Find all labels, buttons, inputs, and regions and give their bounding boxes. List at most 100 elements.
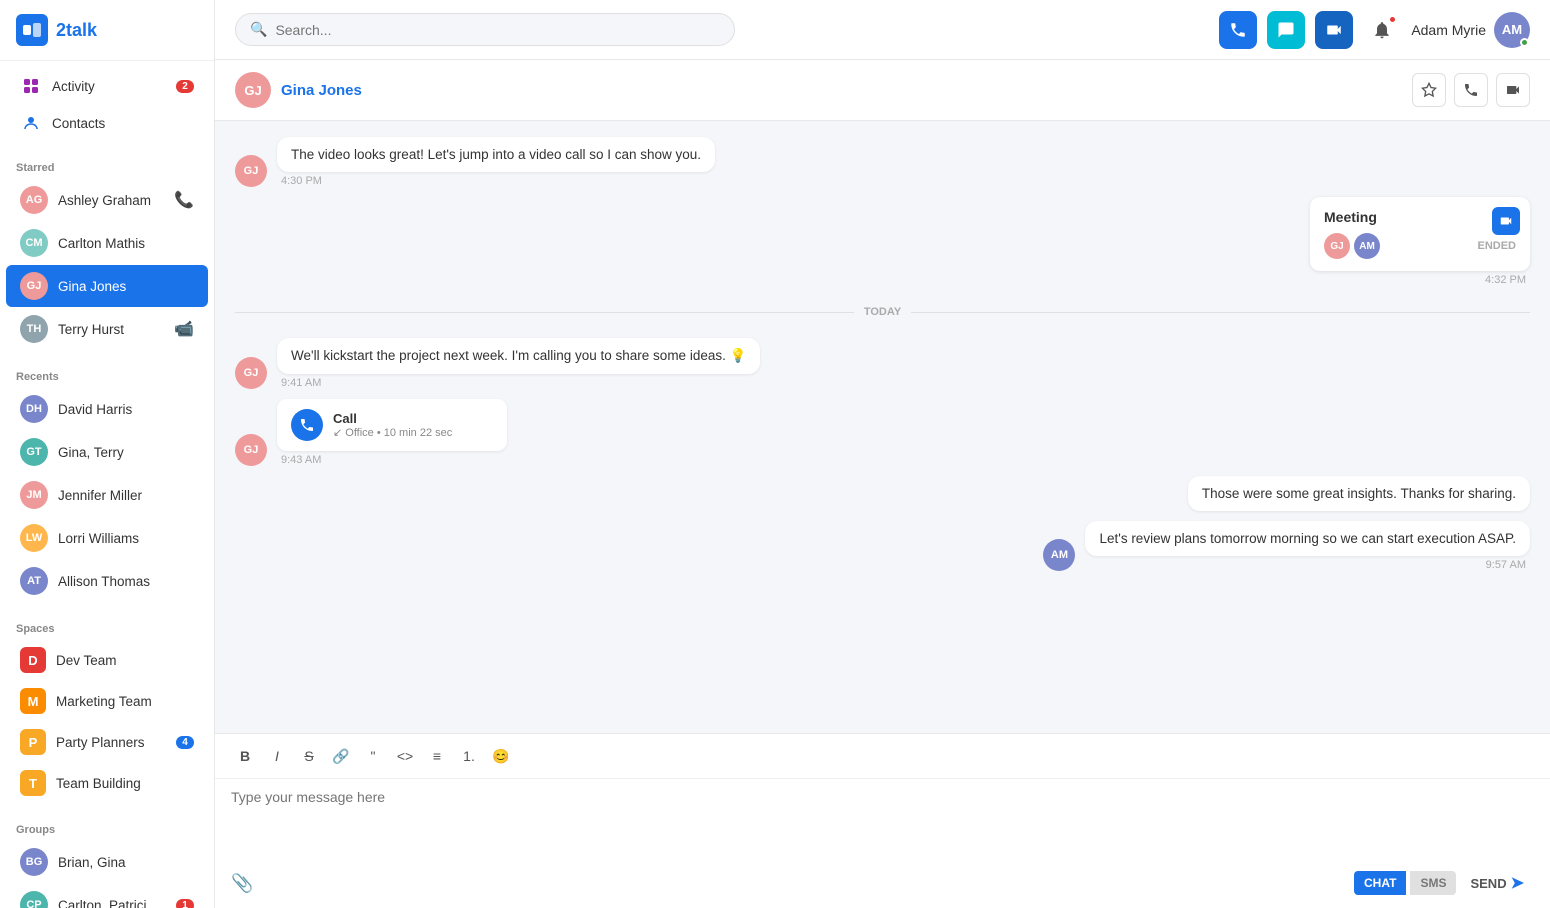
send-actions: CHAT SMS SEND ➤ (1354, 868, 1534, 898)
sidebar-item-marketing-team[interactable]: M Marketing Team (6, 681, 208, 721)
sidebar-item-ashley-graham[interactable]: AG Ashley Graham 📞 (6, 179, 208, 221)
code-button[interactable]: <> (391, 742, 419, 770)
meeting-status: ENDED (1477, 240, 1516, 252)
starred-section: Starred AG Ashley Graham 📞 CM Carlton Ma… (0, 148, 214, 357)
sidebar-item-carlton-mathis[interactable]: CM Carlton Mathis (6, 222, 208, 264)
avatar: GJ (235, 155, 267, 187)
david-label: David Harris (58, 402, 194, 417)
strikethrough-button[interactable]: S (295, 742, 323, 770)
terry-label: Terry Hurst (58, 322, 164, 337)
attach-button[interactable]: 📎 (231, 873, 253, 894)
marketing-label: Marketing Team (56, 694, 194, 709)
sidebar: 2talk Activity 2 Contacts (0, 0, 215, 908)
notification-button[interactable] (1363, 11, 1401, 49)
sidebar-item-carlton-patrici[interactable]: CP Carlton, Patrici... 1 (6, 884, 208, 908)
call-time: 9:43 AM (277, 454, 507, 466)
sidebar-item-gina-terry[interactable]: GT Gina, Terry (6, 431, 208, 473)
dev-team-label: Dev Team (56, 653, 194, 668)
message-input-area: B I S 🔗 " <> ≡ 1. 😊 📎 CHAT SMS SEND (215, 733, 1550, 908)
send-button[interactable]: SEND ➤ (1460, 868, 1534, 898)
emoji-button[interactable]: 😊 (487, 742, 515, 770)
party-icon: P (20, 729, 46, 755)
call-info: Call ↙ Office • 10 min 22 sec (333, 411, 452, 439)
user-status-dot (1520, 38, 1529, 47)
ordered-list-button[interactable]: 1. (455, 742, 483, 770)
call-message-row: GJ Call ↙ Office • 10 min 22 sec (235, 399, 1530, 466)
sidebar-item-dev-team[interactable]: D Dev Team (6, 640, 208, 680)
sidebar-item-team-building[interactable]: T Team Building (6, 763, 208, 803)
sidebar-item-allison-thomas[interactable]: AT Allison Thomas (6, 560, 208, 602)
search-box[interactable]: 🔍 (235, 13, 735, 46)
user-profile[interactable]: Adam Myrie AM (1411, 12, 1530, 48)
search-icon: 🔍 (250, 21, 267, 38)
video-call-button[interactable] (1315, 11, 1353, 49)
groups-label: Groups (0, 816, 214, 840)
gina-label: Gina Jones (58, 279, 194, 294)
recents-label: Recents (0, 363, 214, 387)
allison-label: Allison Thomas (58, 574, 194, 589)
party-label: Party Planners (56, 735, 166, 750)
contacts-label: Contacts (52, 116, 194, 131)
message-text-out-1: Those were some great insights. Thanks f… (1202, 486, 1516, 501)
italic-button[interactable]: I (263, 742, 291, 770)
message-textarea[interactable] (231, 789, 1534, 849)
recents-section: Recents DH David Harris GT Gina, Terry J… (0, 357, 214, 609)
main-area: 🔍 (215, 0, 1550, 908)
message-row-today-1: GJ We'll kickstart the project next week… (235, 338, 1530, 389)
star-chat-button[interactable] (1412, 73, 1446, 107)
message-text: The video looks great! Let's jump into a… (291, 147, 701, 162)
message-content: The video looks great! Let's jump into a… (277, 137, 715, 187)
message-button[interactable] (1267, 11, 1305, 49)
sidebar-item-jennifer-miller[interactable]: JM Jennifer Miller (6, 474, 208, 516)
avatar-lorri: LW (20, 524, 48, 552)
blockquote-button[interactable]: " (359, 742, 387, 770)
call-detail: ↙ Office • 10 min 22 sec (333, 426, 452, 439)
grid-icon (20, 75, 42, 97)
formatting-toolbar: B I S 🔗 " <> ≡ 1. 😊 (215, 734, 1550, 779)
logo-icon (16, 14, 48, 46)
team-building-icon: T (20, 770, 46, 796)
search-area: 🔍 (235, 13, 735, 46)
message-bubble-today-1: We'll kickstart the project next week. I… (277, 338, 760, 374)
sidebar-item-brian-gina[interactable]: BG Brian, Gina (6, 841, 208, 883)
avatar-terry: TH (20, 315, 48, 343)
activity-badge: 2 (176, 80, 194, 93)
sms-tab-button[interactable]: SMS (1410, 871, 1456, 895)
carlton-patrici-badge: 1 (176, 899, 194, 908)
carlton-label: Carlton Mathis (58, 236, 194, 251)
message-row: GJ The video looks great! Let's jump int… (235, 137, 1530, 187)
meeting-card: Meeting GJ AM ENDED (1310, 197, 1530, 271)
chat-header-actions (1412, 73, 1530, 107)
avatar-carlton: CM (20, 229, 48, 257)
chat-contact-avatar: GJ (235, 72, 271, 108)
sidebar-item-terry-hurst[interactable]: TH Terry Hurst 📹 (6, 308, 208, 350)
activity-label: Activity (52, 79, 166, 94)
sidebar-item-lorri-williams[interactable]: LW Lorri Williams (6, 517, 208, 559)
chat-tab-button[interactable]: CHAT (1354, 871, 1406, 895)
phone-chat-button[interactable] (1454, 73, 1488, 107)
message-text-today-1: We'll kickstart the project next week. I… (291, 348, 746, 363)
video-chat-button[interactable] (1496, 73, 1530, 107)
message-content-out-2: Let's review plans tomorrow morning so w… (1085, 521, 1530, 571)
link-button[interactable]: 🔗 (327, 742, 355, 770)
search-input[interactable] (275, 22, 720, 38)
avatar-carlton-patrici: CP (20, 891, 48, 908)
person-icon (20, 112, 42, 134)
sidebar-item-gina-jones[interactable]: GJ Gina Jones (6, 265, 208, 307)
bold-button[interactable]: B (231, 742, 259, 770)
sidebar-item-activity[interactable]: Activity 2 (6, 68, 208, 104)
team-building-label: Team Building (56, 776, 194, 791)
bullet-list-button[interactable]: ≡ (423, 742, 451, 770)
phone-call-button[interactable] (1219, 11, 1257, 49)
sidebar-item-contacts[interactable]: Contacts (6, 105, 208, 141)
party-badge: 4 (176, 736, 194, 749)
message-bubble-out-1: Those were some great insights. Thanks f… (1188, 476, 1530, 511)
message-time: 4:30 PM (277, 175, 715, 187)
logo-text: 2talk (56, 20, 97, 41)
logo-area: 2talk (0, 0, 214, 61)
sidebar-item-party-planners[interactable]: P Party Planners 4 (6, 722, 208, 762)
call-title: Call (333, 411, 452, 426)
avatar-gj: GJ (235, 357, 267, 389)
sidebar-item-david-harris[interactable]: DH David Harris (6, 388, 208, 430)
avatar-jennifer: JM (20, 481, 48, 509)
